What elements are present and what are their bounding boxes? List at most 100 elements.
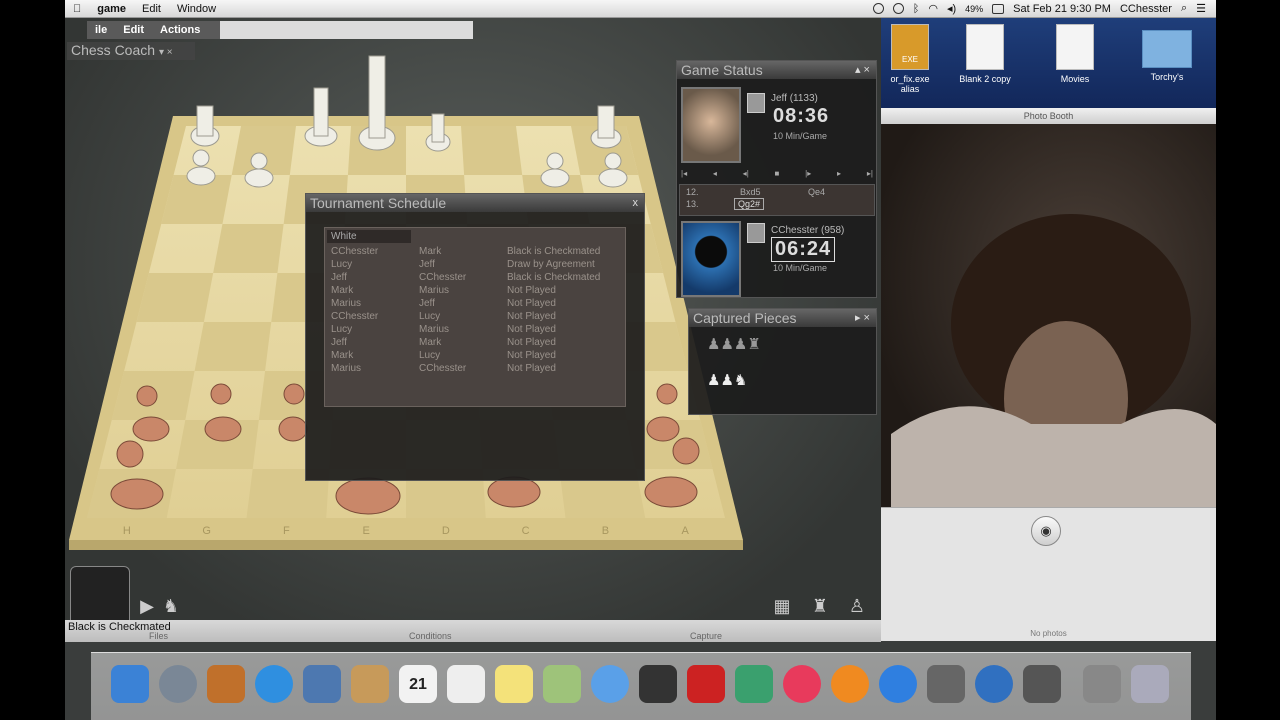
column-header-white: White xyxy=(327,230,411,243)
tournament-title-bar[interactable]: Tournament Schedule x xyxy=(306,194,644,212)
chess-icon[interactable] xyxy=(1023,665,1061,703)
user-name[interactable]: CChesster xyxy=(1120,3,1172,15)
back-icon[interactable]: ◂| xyxy=(743,169,749,181)
schedule-cell-white: Lucy xyxy=(331,324,353,335)
menu-edit-app[interactable]: Edit xyxy=(115,24,152,36)
menu-actions[interactable]: Actions xyxy=(152,24,208,36)
desktop-icon-movies[interactable]: Movies xyxy=(1040,24,1110,84)
app-store-icon[interactable] xyxy=(879,665,917,703)
photo-booth-title[interactable]: Photo Booth xyxy=(881,108,1216,124)
game-status-title-bar[interactable]: Game Status ▴ × xyxy=(677,61,876,79)
board-square[interactable] xyxy=(136,273,214,322)
quicktime-icon[interactable] xyxy=(975,665,1013,703)
move-white[interactable]: Bxd5 xyxy=(740,187,761,197)
photo-booth-icon[interactable] xyxy=(687,665,725,703)
menu-file[interactable]: ile xyxy=(87,24,115,36)
icon-label: Movies xyxy=(1060,74,1090,84)
move-white-selected[interactable]: Qg2# xyxy=(734,198,765,210)
trash-icon[interactable] xyxy=(1131,665,1169,703)
mail-icon[interactable] xyxy=(303,665,341,703)
clock[interactable]: Sat Feb 21 9:30 PM xyxy=(1013,3,1111,15)
schedule-table[interactable]: White CChesster Mark Black is Checkmated Lu… xyxy=(324,227,626,407)
first-move-icon[interactable]: |◂ xyxy=(681,169,687,181)
app-menu-strip: ile Edit Actions xyxy=(87,21,473,39)
wifi-icon[interactable]: ◠ xyxy=(928,2,938,15)
tournament-title: Tournament Schedule xyxy=(310,195,447,211)
last-move-icon[interactable]: ▸| xyxy=(867,169,873,181)
document-icon xyxy=(966,24,1004,70)
folder-icon xyxy=(1142,30,1192,68)
camera-icon[interactable]: ◉ xyxy=(1031,516,1061,546)
panel-controls-icon[interactable]: ▴ × xyxy=(855,61,876,79)
schedule-cell-white: Lucy xyxy=(331,259,353,270)
status-strip: Black is Checkmated Files Conditions Cap… xyxy=(65,620,881,642)
move-navigation[interactable]: |◂ ◂ ◂| ■ |▸ ▸ ▸| xyxy=(681,169,873,181)
downloads-stack-icon[interactable] xyxy=(1083,665,1121,703)
finder-icon[interactable] xyxy=(111,665,149,703)
schedule-cell-black: Lucy xyxy=(419,350,441,361)
panel-controls-icon[interactable]: ▸ × xyxy=(855,309,876,327)
menu-bar:  game Edit Window ᛒ ◠ ◂) 49% Sat Feb 21… xyxy=(65,0,1216,18)
chess-scene: HGFEDCBA Chess Coach ▾ × ▶ ♞ ▦ ♜ ♙ Tourn… xyxy=(65,18,881,638)
board-square[interactable] xyxy=(461,126,523,175)
conditions-label[interactable]: Conditions xyxy=(409,631,452,641)
schedule-cell-result: Not Played xyxy=(507,324,556,335)
schedule-cell-white: Mark xyxy=(331,285,354,296)
messages-icon[interactable] xyxy=(591,665,629,703)
maps-icon[interactable] xyxy=(543,665,581,703)
reminders-icon[interactable] xyxy=(447,665,485,703)
bluetooth-icon[interactable]: ᛒ xyxy=(913,3,920,15)
desktop-icon-blank-copy[interactable]: Blank 2 copy xyxy=(950,24,1020,84)
apple-menu-icon[interactable]:  xyxy=(65,0,89,18)
file-label: F xyxy=(283,525,290,537)
pawn-icon xyxy=(747,93,765,113)
iphoto-icon[interactable] xyxy=(735,665,773,703)
stop-icon[interactable]: ■ xyxy=(775,169,780,181)
move-list[interactable]: 12. Bxd5 Qe4 13. Qg2# xyxy=(679,184,875,216)
menu-window[interactable]: Window xyxy=(169,0,224,18)
safari-icon[interactable] xyxy=(255,665,293,703)
battery-icon xyxy=(992,3,1005,14)
board-square[interactable] xyxy=(194,322,272,371)
itunes-icon[interactable] xyxy=(783,665,821,703)
mission-control-icon[interactable] xyxy=(207,665,245,703)
ibooks-icon[interactable] xyxy=(831,665,869,703)
record-icon[interactable] xyxy=(872,3,884,14)
board-square[interactable] xyxy=(213,224,284,273)
close-icon[interactable]: x xyxy=(633,194,645,212)
contacts-icon[interactable] xyxy=(351,665,389,703)
file-label: D xyxy=(442,525,450,537)
forward-icon[interactable]: |▸ xyxy=(805,169,811,181)
notification-center-icon[interactable]: ☰ xyxy=(1196,2,1206,15)
prev-move-icon[interactable]: ◂ xyxy=(713,169,717,181)
coach-controls-icon[interactable]: ▾ × xyxy=(159,47,173,58)
launchpad-icon[interactable] xyxy=(159,665,197,703)
chess-coach-title[interactable]: Chess Coach ▾ × xyxy=(67,42,195,60)
battery-percent[interactable]: 49% xyxy=(965,4,983,14)
menu-edit[interactable]: Edit xyxy=(134,0,169,18)
captured-title-bar[interactable]: Captured Pieces ▸ × xyxy=(689,309,876,327)
webcam-person xyxy=(891,214,1216,507)
player2-time-control: 10 Min/Game xyxy=(773,263,828,273)
schedule-cell-result: Not Played xyxy=(507,285,556,296)
player2-clock: 06:24 xyxy=(771,237,836,262)
time-machine-icon[interactable] xyxy=(892,3,904,14)
desktop-icon-torchys[interactable]: Torchy's xyxy=(1132,24,1202,82)
volume-icon[interactable]: ◂) xyxy=(947,2,956,15)
schedule-cell-black: Mark xyxy=(419,337,442,348)
facetime-icon[interactable] xyxy=(639,665,677,703)
dock: 21 xyxy=(91,652,1191,720)
desktop-icon-exe[interactable]: EXE or_fix.exe alias xyxy=(875,24,945,94)
files-label[interactable]: Files xyxy=(149,631,168,641)
capture-label[interactable]: Capture xyxy=(690,631,722,641)
calendar-icon[interactable]: 21 xyxy=(399,665,437,703)
app-menu-game[interactable]: game xyxy=(89,0,134,18)
notes-icon[interactable] xyxy=(495,665,533,703)
schedule-cell-white: CChesster xyxy=(331,246,379,257)
icon-label: Torchy's xyxy=(1150,72,1184,82)
system-preferences-icon[interactable] xyxy=(927,665,965,703)
move-black[interactable]: Qe4 xyxy=(808,187,825,197)
next-move-icon[interactable]: ▸ xyxy=(837,169,841,181)
spotlight-search-icon[interactable]: ⌕ xyxy=(1181,2,1187,15)
tournament-schedule-window: Tournament Schedule x White CChesster Mar… xyxy=(305,193,645,481)
